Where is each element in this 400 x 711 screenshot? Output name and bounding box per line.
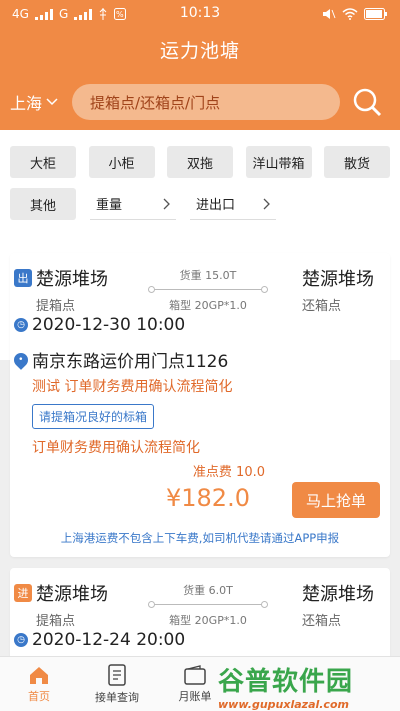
chevron-down-icon [46,98,58,106]
pickup-datetime: 2020-12-24 20:00 [32,630,186,650]
tab-order-query[interactable]: 接单查询 [78,657,156,711]
filter-chip-row: 大柜 小柜 双拖 洋山带箱 散货 [10,146,390,178]
store-row: • 南京东路运价用门点1126 [10,335,390,372]
search-input[interactable]: 提箱点/还箱点/门点 [72,84,340,120]
order-card[interactable]: 出 楚源堆场 提箱点 货重 15.0T 箱型 20GP*1.0 楚源堆场 还箱点… [10,253,390,557]
cargo-weight: 货重 15.0T [179,269,237,282]
punctuality-fee: 准点费 10.0 [192,465,265,480]
site-watermark: 谷普软件园 www.gupuxlazal.com [218,661,396,711]
chevron-right-icon [163,198,170,209]
cargo-info: 货重 6.0T 箱型 20GP*1.0 [148,582,268,628]
status-time: 10:13 [179,5,221,21]
box-type: 箱型 20GP*1.0 [169,299,247,312]
order-card[interactable]: 进 楚源堆场 提箱点 货重 6.0T 箱型 20GP*1.0 楚源堆场 还箱点 … [10,568,390,668]
import-tag: 进 [14,584,32,602]
chip-small-container[interactable]: 小柜 [88,146,155,178]
store-name: 南京东路运价用门点1126 [32,352,229,372]
app-header: 4G G % 10:13 运力池塘 上海 提箱点/还箱点/门点 [0,0,400,130]
city-label: 上海 [10,94,43,113]
chip-double-tow[interactable]: 双拖 [167,146,233,178]
to-sub: 还箱点 [302,299,342,314]
document-icon [108,663,126,686]
page-title: 运力池塘 [159,40,240,62]
chip-other[interactable]: 其他 [10,188,76,220]
order-note: 测试 订单财务费用确认流程简化 [32,379,233,395]
weight-select[interactable]: 重量 [90,188,176,220]
route-row: 进 楚源堆场 提箱点 货重 6.0T 箱型 20GP*1.0 楚源堆场 还箱点 [10,568,390,629]
to-depot: 楚源堆场 [302,269,374,290]
chip-large-container[interactable]: 大柜 [10,146,76,178]
clock-icon: ◷ [14,318,28,332]
route-line [148,600,268,610]
clock-icon: ◷ [14,633,28,647]
from-sub: 提箱点 [36,299,76,314]
requirement-badge: 请提箱况良好的标箱 [32,404,155,429]
from-location: 楚源堆场 提箱点 [36,580,108,629]
search-row: 上海 提箱点/还箱点/门点 [10,82,390,122]
route-line [148,285,268,295]
to-depot: 楚源堆场 [302,584,374,605]
from-depot: 楚源堆场 [36,269,108,290]
filter-select-row: 其他 重量 进出口 [10,188,390,220]
home-icon [30,666,48,684]
chip-bulk[interactable]: 散货 [324,146,390,178]
cargo-weight: 货重 6.0T [183,584,233,597]
tab-home-label: 首页 [28,689,50,703]
route-row: 出 楚源堆场 提箱点 货重 15.0T 箱型 20GP*1.0 楚源堆场 还箱点 [10,253,390,314]
weight-select-label: 重量 [96,198,123,213]
watermark-title: 谷普软件园 [218,667,354,697]
search-placeholder: 提箱点/还箱点/门点 [90,93,221,112]
from-depot: 楚源堆场 [36,584,108,605]
to-location: 楚源堆场 还箱点 [302,580,374,629]
tab-home[interactable]: 首页 [0,657,78,711]
order-price: ¥182.0 [166,484,250,512]
from-location: 楚源堆场 提箱点 [36,265,108,314]
order-note-2: 订单财务费用确认流程简化 [32,440,200,456]
watermark-url: www.gupuxlazal.com [218,698,349,711]
import-export-select[interactable]: 进出口 [190,188,276,220]
chip-yangshan[interactable]: 洋山带箱 [245,146,312,178]
cargo-info: 货重 15.0T 箱型 20GP*1.0 [148,267,268,313]
tab-monthly-bill-label: 月账单 [178,689,212,703]
export-tag: 出 [14,269,32,287]
grab-order-button[interactable]: 马上抢单 [292,482,380,518]
box-type: 箱型 20GP*1.0 [169,614,247,627]
location-pin-icon: • [11,349,31,370]
fee-notice: 上海港运费不包含上下车费,如司机代垫请通过APP申报 [60,531,340,545]
from-sub: 提箱点 [36,614,76,629]
search-icon [353,88,382,117]
search-button[interactable] [344,82,390,122]
wallet-icon [184,664,206,685]
to-sub: 还箱点 [302,614,342,629]
tab-order-query-label: 接单查询 [95,690,139,704]
city-selector[interactable]: 上海 [10,90,72,114]
price-row: ¥182.0 马上抢单 [10,480,390,524]
chevron-right-icon [263,198,270,209]
import-export-label: 进出口 [196,198,236,213]
pickup-datetime: 2020-12-30 10:00 [32,315,186,335]
to-location: 楚源堆场 还箱点 [302,265,374,314]
